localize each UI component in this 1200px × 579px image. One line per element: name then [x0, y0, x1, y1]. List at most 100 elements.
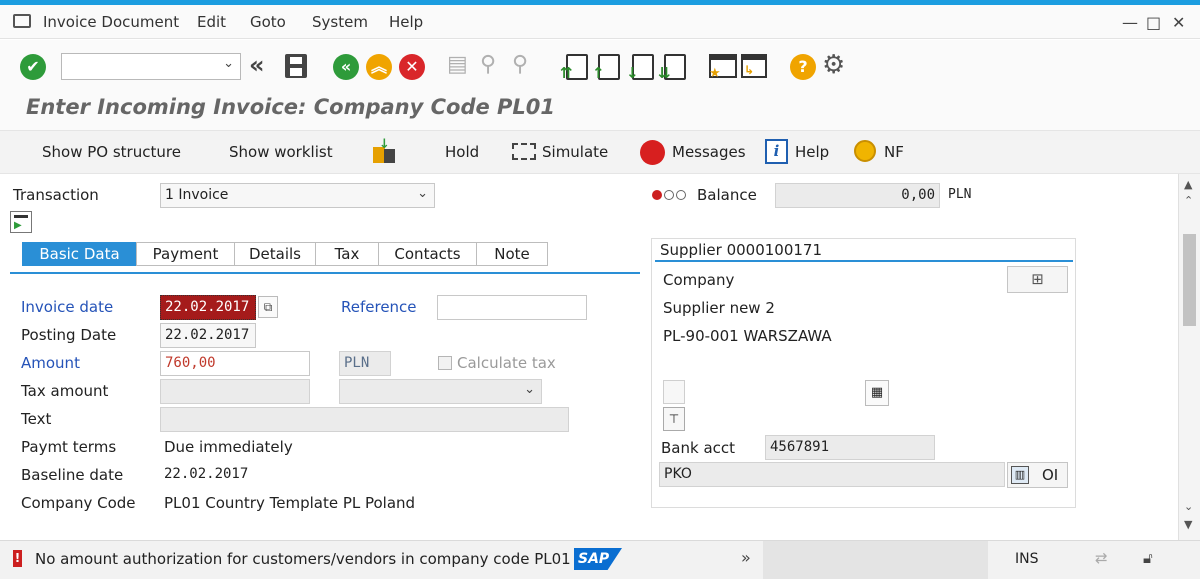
bank-acct-field: 4567891	[765, 435, 935, 460]
red-light-icon	[652, 190, 662, 200]
posting-date-label: Posting Date	[21, 326, 117, 344]
supplier-heading: Supplier 0000100171	[660, 241, 823, 259]
reference-field[interactable]	[437, 295, 587, 320]
amount-field[interactable]: 760,00	[160, 351, 310, 376]
command-history-icon[interactable]: «	[249, 51, 265, 79]
insert-mode: INS	[1015, 551, 1039, 567]
supplier-address: PL-90-001 WARSZAWA	[663, 327, 832, 345]
clipboard-icon[interactable]: ▦	[865, 380, 889, 406]
balance-currency: PLN	[948, 187, 972, 202]
text-field	[160, 407, 569, 432]
tax-amount-label: Tax amount	[21, 382, 109, 400]
scroll-up-page-icon[interactable]: ⌃	[1184, 194, 1193, 207]
help-icon[interactable]: ?	[790, 54, 816, 80]
previous-page-icon[interactable]: ↑	[592, 54, 620, 81]
calculator-icon: ▥	[1011, 466, 1029, 484]
chevron-down-icon: ⌄	[417, 186, 428, 201]
system-menu-icon[interactable]	[13, 14, 31, 28]
calculate-tax-checkbox[interactable]	[438, 356, 452, 370]
next-page-icon[interactable]: ↓	[626, 54, 654, 81]
tab-payment[interactable]: Payment	[136, 242, 235, 266]
find-next-icon: ⚲	[512, 52, 529, 77]
create-session-icon[interactable]: ★	[709, 54, 737, 81]
tab-strip-underline	[10, 272, 640, 274]
scroll-down-page-icon[interactable]: ⌄	[1184, 500, 1193, 513]
coins-icon	[854, 140, 876, 162]
menu-help[interactable]: Help	[389, 13, 423, 31]
calculate-tax-label: Calculate tax	[457, 354, 556, 372]
baseline-date-label: Baseline date	[21, 466, 124, 484]
info-icon[interactable]: i	[765, 139, 788, 164]
show-worklist-button[interactable]: Show worklist	[229, 143, 333, 161]
menu-bar: Invoice Document Edit Goto System Help —…	[0, 5, 1200, 39]
menu-system[interactable]: System	[312, 13, 368, 31]
messages-button[interactable]: Messages	[672, 143, 746, 161]
scroll-down-icon[interactable]: ▼	[1184, 518, 1192, 531]
command-field[interactable]: ⌄	[61, 53, 241, 80]
tab-basic-data[interactable]: Basic Data	[22, 242, 137, 266]
exit-icon[interactable]: ︽	[366, 54, 392, 80]
status-message[interactable]: No amount authorization for customers/ve…	[35, 550, 571, 568]
filter-icon[interactable]: ⊤	[663, 407, 685, 431]
nf-button[interactable]: NF	[884, 143, 904, 161]
last-page-icon[interactable]: ⇊	[658, 54, 686, 81]
show-po-structure-button[interactable]: Show PO structure	[42, 143, 181, 161]
layout-toggle-icon[interactable]: ▶	[10, 211, 32, 233]
simulate-button[interactable]: Simulate	[542, 143, 608, 161]
save-icon[interactable]	[285, 54, 307, 78]
scroll-up-icon[interactable]: ▲	[1184, 178, 1192, 191]
menu-invoice-document[interactable]: Invoice Document	[43, 13, 179, 31]
paymt-terms-label: Paymt terms	[21, 438, 117, 456]
cancel-icon[interactable]: ✕	[399, 54, 425, 80]
transaction-label: Transaction	[13, 186, 99, 204]
minimize-button[interactable]: —	[1122, 13, 1138, 32]
status-bar: ! No amount authorization for customers/…	[0, 540, 1200, 579]
messages-icon[interactable]	[640, 140, 665, 165]
reference-label: Reference	[341, 298, 417, 316]
settings-icon[interactable]: ⚙	[822, 50, 845, 80]
tax-amount-field	[160, 379, 310, 404]
lock-icon[interactable]: 🔓︎	[1143, 549, 1153, 567]
company-code-label: Company Code	[21, 494, 136, 512]
open-items-button[interactable]: ▥ OI	[1007, 462, 1068, 488]
help-button[interactable]: Help	[795, 143, 829, 161]
hold-button[interactable]: Hold	[445, 143, 479, 161]
supplier-details-icon[interactable]: ⊞	[1007, 266, 1068, 293]
simulate-icon	[512, 143, 536, 160]
enter-icon[interactable]: ✔	[20, 54, 46, 80]
tab-tax[interactable]: Tax	[315, 242, 379, 266]
tab-note[interactable]: Note	[476, 242, 548, 266]
system-info-blurred	[763, 541, 988, 579]
transaction-select[interactable]: 1 Invoice ⌄	[160, 183, 435, 208]
currency-field: PLN	[339, 351, 391, 376]
menu-goto[interactable]: Goto	[250, 13, 286, 31]
tab-details[interactable]: Details	[234, 242, 316, 266]
supplier-heading-underline	[655, 260, 1073, 262]
first-page-icon[interactable]: ⇈	[560, 54, 588, 81]
tab-contacts[interactable]: Contacts	[378, 242, 477, 266]
oi-label: OI	[1042, 466, 1059, 484]
menu-edit[interactable]: Edit	[197, 13, 226, 31]
paymt-terms-value: Due immediately	[164, 438, 293, 456]
invoice-date-label: Invoice date	[21, 298, 114, 316]
shortcut-icon[interactable]: ↳	[741, 54, 767, 78]
bank-acct-label: Bank acct	[661, 439, 736, 457]
posting-date-field[interactable]: 22.02.2017	[160, 323, 256, 348]
calendar-icon[interactable]: ⧉	[258, 296, 278, 318]
scroll-thumb[interactable]	[1183, 234, 1196, 326]
bank-name-field: PKO	[659, 462, 1005, 487]
baseline-date-value: 22.02.2017	[164, 466, 249, 482]
maximize-button[interactable]: □	[1146, 13, 1161, 32]
tax-code-select: ⌄	[339, 379, 542, 404]
vertical-scrollbar[interactable]: ▲ ⌃ ⌄ ▼	[1178, 174, 1200, 540]
title-area: Enter Incoming Invoice: Company Code PL0…	[0, 90, 1200, 130]
text-label: Text	[21, 410, 52, 428]
expand-status-button[interactable]: »	[741, 548, 751, 567]
back-icon[interactable]: «	[333, 54, 359, 80]
amount-label: Amount	[21, 354, 80, 372]
page-title: Enter Incoming Invoice: Company Code PL0…	[26, 95, 556, 119]
close-window-button[interactable]: ✕	[1172, 13, 1185, 32]
balance-label: Balance	[697, 186, 757, 204]
hold-icon[interactable]: ↓	[373, 137, 397, 165]
invoice-date-field[interactable]: 22.02.2017	[160, 295, 256, 320]
